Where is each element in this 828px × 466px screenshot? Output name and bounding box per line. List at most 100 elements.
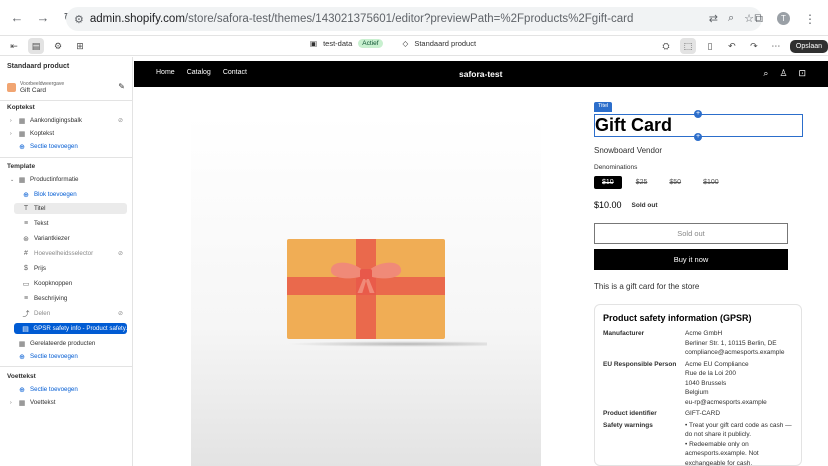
theme-settings-icon[interactable]: ⚙ [50,38,66,54]
extensions-icon[interactable]: ⧉ [754,11,763,26]
chevron-down-icon[interactable]: ⌄ [10,177,17,183]
button-icon: ▭ [22,280,30,288]
chevron-right-icon[interactable]: › [10,400,17,406]
browser-chrome: ← → ↻ ⚙ admin.shopify.com/store/safora-t… [0,0,828,36]
back-icon[interactable]: ← [10,10,24,25]
undo-icon[interactable]: ↶ [724,38,740,54]
gpsr-value-line: GIFT-CARD [685,410,721,417]
plus-circle-icon: ⊕ [19,386,25,394]
gpsr-value-line: Berliner Str. 1, 10115 Berlin, DE [685,339,777,347]
add-section-button-template[interactable]: ⊕ Sectie toevoegen [10,351,127,362]
sidebar-item-footer[interactable]: › ▦ Voettekst [10,397,127,408]
variant-option[interactable]: $25 [628,176,656,189]
exit-icon[interactable]: ⇤ [6,38,22,54]
nav-link-contact[interactable]: Contact [223,69,247,76]
gpsr-key: Product identifier [603,410,657,417]
block-title[interactable]: T Titel [14,203,127,214]
block-buy-buttons[interactable]: ▭ Koopknoppen [14,278,127,289]
gpsr-value-line: exchangeable for cash. [685,459,753,466]
menu-kebab-icon[interactable]: ⋮ [804,12,816,26]
gpsr-value-line: • Treat your gift card code as cash — [685,421,792,429]
gift-box-illustration [287,239,445,339]
gpsr-value-line: do not share it publicly. [685,431,751,438]
chevron-right-icon[interactable]: › [10,118,17,124]
inspector-icon[interactable]: ⛭ [658,38,674,54]
block-share[interactable]: ⤴ Delen ⊘ [14,308,127,319]
sidebar-item-announcement[interactable]: › ▦ Aankondigingsbalk ⊘ [10,115,127,126]
section-grid-icon: ▦ [18,130,26,138]
gpsr-value-line: eu-rp@acmesports.example [685,398,767,406]
variant-option[interactable]: $50 [661,176,689,189]
add-section-button[interactable]: ⊕ Sectie toevoegen [10,141,127,152]
gpsr-value-line: acmesports.example. Not [685,450,759,457]
buy-now-button[interactable]: Buy it now [594,249,788,270]
gpsr-value-line: Belgium [685,389,709,396]
sold-out-button[interactable]: Sold out [594,223,788,244]
nav-link-catalog[interactable]: Catalog [187,69,211,76]
block-price[interactable]: $ Prijs [14,263,127,274]
redo-icon[interactable]: ↷ [746,38,762,54]
template-selector[interactable]: Standaard product [414,39,476,48]
theme-name[interactable]: test-data [323,39,352,48]
block-gpsr[interactable]: ▤ GPSR safety info - Product safety... [14,323,127,334]
sold-out-badge: Sold out [631,201,658,209]
chevron-right-icon[interactable]: › [10,131,17,137]
url-path: /store/safora-test/themes/143021375601/e… [184,13,634,25]
editor-toolbar: ⇤ ▤ ⚙ ⊞ ▣ test-data Actief ◇ Standaard p… [0,36,828,56]
sections-icon[interactable]: ▤ [28,38,44,54]
select-tool-icon[interactable]: ⬚ [679,38,696,54]
product-thumb-icon [7,82,16,92]
gpsr-value: Acme EU Compliance Rue de la Loi 200 1040 … [685,360,767,408]
quantity-icon: # [24,250,28,257]
sidebar-item-related[interactable]: ▦ Gerelateerde producten [10,338,127,349]
block-text[interactable]: ≡ Tekst [14,218,127,229]
gpsr-row: Safety warnings • Treat your gift card co… [603,421,793,466]
block-label-tag: Titel [594,102,613,112]
nav-link-home[interactable]: Home [156,69,175,76]
sidebar-item-header[interactable]: › ▦ Koptekst [10,128,127,139]
variant-option[interactable]: $10 [594,176,622,189]
add-section-button-footer[interactable]: ⊕ Sectie toevoegen [10,384,127,395]
preview-product: Gift Card [20,86,47,94]
product-price: $10.00 Sold out [594,200,658,210]
bookmark-star-icon[interactable]: ☆ [744,12,754,25]
save-button[interactable]: Opslaan [789,39,828,53]
gpsr-value: • Treat your gift card code as cash — do … [685,421,792,466]
preview-selector[interactable]: Voorbeeldweergave Gift Card ✎ [7,79,127,95]
text-lines-icon: ≡ [23,220,29,227]
gpsr-value: GIFT-CARD [685,409,720,419]
block-description[interactable]: ≡ Beschrijving [14,293,127,304]
mobile-preview-icon[interactable]: ▯ [702,38,718,54]
gpsr-value: Acme GmbH Berliner Str. 1, 10115 Berlin, … [685,329,784,358]
store-brand[interactable]: safora-test [459,69,502,79]
variant-label: Denominations [594,164,638,171]
avatar[interactable]: T [777,12,790,25]
zoom-icon[interactable]: ⌕ [728,12,734,25]
forward-icon[interactable]: → [36,10,50,25]
text-lines-icon: ≡ [23,295,29,302]
gpsr-value-line: • Redeemable only on [685,440,749,448]
site-info-icon[interactable]: ⚙ [74,13,84,26]
preview-caption: Voorbeeldweergave [20,80,65,87]
translate-icon[interactable]: ⇄ [709,12,718,25]
add-block-above-icon[interactable]: + [694,110,702,118]
add-block-below-icon[interactable]: + [694,133,702,141]
apps-icon[interactable]: ⊞ [72,38,88,54]
plus-circle-icon: ⊕ [19,143,25,151]
product-description: This is a gift card for the store [594,282,700,291]
hidden-eye-icon[interactable]: ⊘ [118,310,123,317]
block-quantity-selector[interactable]: # Hoeveelheidsselector ⊘ [14,248,127,259]
variant-options: $10 $25 $50 $100 [594,176,727,189]
product-title: Gift Card [595,115,673,135]
sidebar-item-product-info[interactable]: ⌄ ▦ Productinformatie [10,174,127,185]
edit-pencil-icon[interactable]: ✎ [118,82,125,91]
plus-circle-icon: ⊕ [19,353,25,361]
hidden-eye-icon[interactable]: ⊘ [118,117,123,124]
variant-option[interactable]: $100 [695,176,727,189]
hidden-eye-icon[interactable]: ⊘ [118,250,123,257]
more-actions-icon[interactable]: ⋯ [768,38,784,54]
gpsr-row: EU Responsible Person Acme EU Compliance R… [603,360,793,408]
add-block-button[interactable]: ⊕ Blok toevoegen [14,189,127,200]
address-bar[interactable]: ⚙ admin.shopify.com/store/safora-test/th… [66,7,762,31]
block-variant-picker[interactable]: ⊛ Variantkiezer [14,233,127,244]
